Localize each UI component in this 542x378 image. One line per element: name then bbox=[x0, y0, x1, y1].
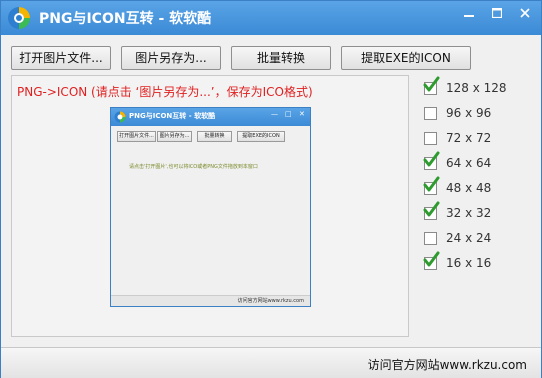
checkmark-icon bbox=[423, 76, 440, 92]
size-label: 64 x 64 bbox=[446, 156, 492, 170]
size-label: 128 x 128 bbox=[446, 81, 507, 95]
size-option-32[interactable]: 32 x 32 bbox=[421, 201, 531, 224]
close-icon bbox=[520, 8, 530, 18]
size-checkbox[interactable] bbox=[424, 107, 437, 120]
size-option-16[interactable]: 16 x 16 bbox=[421, 251, 531, 274]
preview-open-button: 打开图片文件... bbox=[117, 131, 156, 142]
size-option-48[interactable]: 48 x 48 bbox=[421, 176, 531, 199]
instruction-text: PNG->ICON (请点击 ‘图片另存为...’，保存为ICO格式) bbox=[17, 85, 313, 99]
preview-status-text: 访问官方网站www.rkzu.com bbox=[237, 298, 304, 304]
preview-maximize-icon: □ bbox=[285, 110, 292, 118]
preview-status-bar: 访问官方网站www.rkzu.com bbox=[111, 295, 310, 306]
size-label: 24 x 24 bbox=[446, 231, 492, 245]
window-title: PNG与ICON互转 - 软软酷 bbox=[39, 11, 212, 27]
size-option-24[interactable]: 24 x 24 bbox=[421, 229, 531, 249]
minimize-button[interactable] bbox=[455, 3, 483, 23]
app-window: PNG与ICON互转 - 软软酷 打开图片文件... 图片另存为... 批量转换… bbox=[0, 0, 542, 378]
preview-title: PNG与ICON互转 - 软软酷 bbox=[129, 112, 216, 120]
size-checkbox[interactable] bbox=[424, 132, 437, 145]
preview-batch-button: 批量转换 bbox=[197, 131, 232, 142]
status-bar: 访问官方网站www.rkzu.com bbox=[1, 347, 541, 378]
preview-title-bar: PNG与ICON互转 - 软软酷 — □ ✕ bbox=[111, 108, 310, 126]
size-checkbox[interactable] bbox=[424, 232, 437, 245]
size-label: 72 x 72 bbox=[446, 131, 492, 145]
save-as-button[interactable]: 图片另存为... bbox=[121, 46, 221, 70]
title-bar[interactable]: PNG与ICON互转 - 软软酷 bbox=[1, 1, 541, 35]
checkmark-icon bbox=[423, 176, 440, 192]
checkmark-icon bbox=[423, 251, 440, 267]
size-label: 16 x 16 bbox=[446, 256, 492, 270]
preview-message: 请点击'打开图片',也可以将ICO或者PNG文件拖放到本窗口 bbox=[129, 164, 258, 170]
app-logo-icon bbox=[8, 7, 30, 29]
checkmark-icon bbox=[423, 201, 440, 217]
size-option-72[interactable]: 72 x 72 bbox=[421, 129, 531, 149]
batch-convert-button[interactable]: 批量转换 bbox=[231, 46, 331, 70]
checkmark-icon bbox=[423, 151, 440, 167]
maximize-icon bbox=[491, 7, 503, 19]
maximize-button[interactable] bbox=[483, 3, 511, 23]
extract-exe-icon-button[interactable]: 提取EXE的ICON bbox=[341, 46, 471, 70]
size-option-128[interactable]: 128 x 128 bbox=[421, 76, 531, 99]
size-label: 48 x 48 bbox=[446, 181, 492, 195]
preview-close-icon: ✕ bbox=[299, 110, 305, 118]
minimize-icon bbox=[464, 15, 474, 17]
open-image-button[interactable]: 打开图片文件... bbox=[11, 46, 111, 70]
preview-save-as-button: 图片另存为... bbox=[157, 131, 192, 142]
size-option-96[interactable]: 96 x 96 bbox=[421, 104, 531, 124]
loaded-image-preview: PNG与ICON互转 - 软软酷 — □ ✕ 打开图片文件... 图片另存为..… bbox=[110, 107, 311, 307]
image-preview-panel[interactable]: PNG->ICON (请点击 ‘图片另存为...’，保存为ICO格式) PNG与… bbox=[11, 75, 409, 337]
preview-extract-button: 提取EXE的ICON bbox=[237, 131, 285, 142]
close-button[interactable] bbox=[511, 3, 539, 23]
preview-minimize-icon: — bbox=[271, 110, 278, 118]
preview-app-logo-icon bbox=[114, 111, 126, 123]
size-option-64[interactable]: 64 x 64 bbox=[421, 151, 531, 174]
size-label: 96 x 96 bbox=[446, 106, 492, 120]
official-site-link[interactable]: 访问官方网站www.rkzu.com bbox=[368, 356, 527, 373]
size-label: 32 x 32 bbox=[446, 206, 492, 220]
